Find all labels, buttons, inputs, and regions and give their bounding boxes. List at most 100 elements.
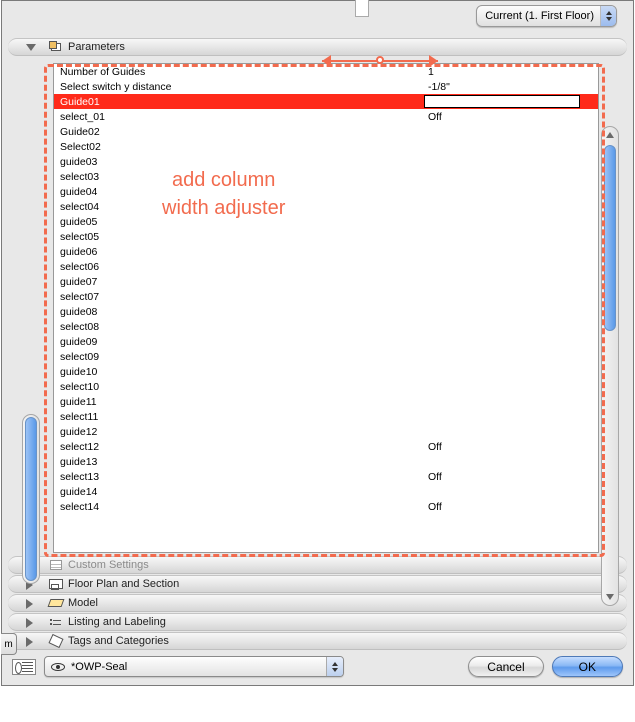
parameter-name-cell: Select switch y distance	[54, 81, 424, 93]
parameter-row[interactable]: select07	[54, 289, 598, 304]
parameter-name-cell: select13	[54, 471, 424, 483]
model-icon	[48, 595, 64, 611]
parameter-row[interactable]: Guide02	[54, 124, 598, 139]
section-custom-header[interactable]: Custom Settings	[8, 556, 627, 574]
parameter-row[interactable]: guide05	[54, 214, 598, 229]
section-floorplan-header[interactable]: Floor Plan and Section	[8, 575, 627, 593]
parameter-name-cell: select_01	[54, 111, 424, 123]
section-listing-header[interactable]: Listing and Labeling	[8, 613, 627, 631]
parameter-name-cell: guide07	[54, 276, 424, 288]
parameter-name-cell: guide13	[54, 456, 424, 468]
parameter-name-cell: select05	[54, 231, 424, 243]
top-toolbar: Current (1. First Floor)	[2, 1, 633, 37]
disclosure-right-icon	[26, 599, 33, 609]
parameter-name-cell: select07	[54, 291, 424, 303]
bottom-bar: *OWP-Seal Cancel OK	[12, 656, 623, 677]
ok-button[interactable]: OK	[552, 656, 623, 677]
parameters-table[interactable]: Number of Guides1Select switch y distanc…	[53, 63, 599, 553]
section-model-header[interactable]: Model	[8, 594, 627, 612]
parameter-value-cell[interactable]: Off	[424, 501, 598, 513]
left-scrollbar-fragment[interactable]	[22, 414, 40, 584]
parameter-value-cell[interactable]: Off	[424, 111, 598, 123]
story-dropdown-label: Current (1. First Floor)	[485, 10, 600, 22]
vertical-scrollbar[interactable]	[601, 126, 619, 606]
parameter-name-cell: Guide02	[54, 126, 424, 138]
parameter-value-cell[interactable]: Off	[424, 471, 598, 483]
parameter-row[interactable]: select10	[54, 379, 598, 394]
section-parameters-label: Parameters	[68, 41, 125, 53]
parameter-row[interactable]: select04	[54, 199, 598, 214]
parameter-row[interactable]: select11	[54, 409, 598, 424]
parameter-name-cell: select06	[54, 261, 424, 273]
ok-label: OK	[579, 660, 596, 674]
parameter-row[interactable]: Select switch y distance-1/8"	[54, 79, 598, 94]
parameter-row[interactable]: guide04	[54, 184, 598, 199]
parameter-value-cell[interactable]: 1	[424, 66, 598, 78]
parameter-row[interactable]: Guide01	[54, 94, 598, 109]
parameter-row[interactable]: guide09	[54, 334, 598, 349]
updown-arrows-icon	[326, 657, 343, 676]
parameter-row[interactable]: guide12	[54, 424, 598, 439]
section-listing-label: Listing and Labeling	[68, 616, 166, 628]
floorplan-icon	[48, 576, 64, 592]
parameter-row[interactable]: guide06	[54, 244, 598, 259]
layer-list-icon[interactable]	[12, 659, 36, 675]
cancel-button[interactable]: Cancel	[468, 656, 543, 677]
parameter-value-cell[interactable]	[424, 95, 598, 108]
cancel-label: Cancel	[487, 660, 524, 674]
scroll-up-arrow-icon[interactable]	[602, 127, 618, 143]
parameter-name-cell: select09	[54, 351, 424, 363]
layer-dropdown[interactable]: *OWP-Seal	[44, 656, 344, 677]
parameter-row[interactable]: select08	[54, 319, 598, 334]
listing-icon	[48, 614, 64, 630]
parameter-name-cell: guide06	[54, 246, 424, 258]
parameter-name-cell: Guide01	[54, 96, 424, 108]
parameter-value-cell[interactable]: Off	[424, 441, 598, 453]
parameter-row[interactable]: guide07	[54, 274, 598, 289]
parameter-value-input[interactable]	[424, 95, 580, 108]
parameter-row[interactable]: select12Off	[54, 439, 598, 454]
eye-icon	[51, 663, 65, 671]
parameter-name-cell: select14	[54, 501, 424, 513]
parameter-row[interactable]: select14Off	[54, 499, 598, 514]
parameter-name-cell: select03	[54, 171, 424, 183]
parameter-row[interactable]: guide08	[54, 304, 598, 319]
parameter-row[interactable]: select05	[54, 229, 598, 244]
parameter-name-cell: select04	[54, 201, 424, 213]
parameter-row[interactable]: guide11	[54, 394, 598, 409]
parameter-row[interactable]: Number of Guides1	[54, 64, 598, 79]
parameters-icon	[48, 39, 64, 55]
parameter-row[interactable]: guide14	[54, 484, 598, 499]
parameter-row[interactable]: guide03	[54, 154, 598, 169]
parameter-name-cell: guide10	[54, 366, 424, 378]
scroll-thumb[interactable]	[604, 145, 616, 331]
disclosure-down-icon	[26, 44, 36, 51]
parameter-name-cell: guide11	[54, 396, 424, 408]
parameter-name-cell: guide12	[54, 426, 424, 438]
parameter-row[interactable]: guide13	[54, 454, 598, 469]
parameter-name-cell: guide14	[54, 486, 424, 498]
parameter-row[interactable]: select_01Off	[54, 109, 598, 124]
parameter-row[interactable]: select06	[54, 259, 598, 274]
parameter-name-cell: select11	[54, 411, 424, 423]
parameter-name-cell: Number of Guides	[54, 66, 424, 78]
tags-icon	[48, 633, 64, 649]
parameter-row[interactable]: select03	[54, 169, 598, 184]
parameter-row[interactable]: select09	[54, 349, 598, 364]
updown-arrows-icon	[600, 6, 616, 26]
parameter-value-cell[interactable]: -1/8"	[424, 81, 598, 93]
parameter-row[interactable]: guide10	[54, 364, 598, 379]
parameter-name-cell: Select02	[54, 141, 424, 153]
parameter-row[interactable]: Select02	[54, 139, 598, 154]
layer-name-label: *OWP-Seal	[71, 661, 127, 673]
section-tags-header[interactable]: Tags and Categories	[8, 632, 627, 650]
parameter-name-cell: guide05	[54, 216, 424, 228]
story-dropdown[interactable]: Current (1. First Floor)	[476, 5, 617, 27]
parameter-row[interactable]: select13Off	[54, 469, 598, 484]
scroll-down-arrow-icon[interactable]	[602, 589, 618, 605]
left-tab-fragment[interactable]: m	[1, 633, 17, 655]
disclosure-right-icon	[26, 637, 33, 647]
swatch-box[interactable]	[355, 0, 369, 17]
section-parameters-header[interactable]: Parameters	[8, 38, 627, 56]
left-scroll-thumb[interactable]	[25, 417, 37, 581]
